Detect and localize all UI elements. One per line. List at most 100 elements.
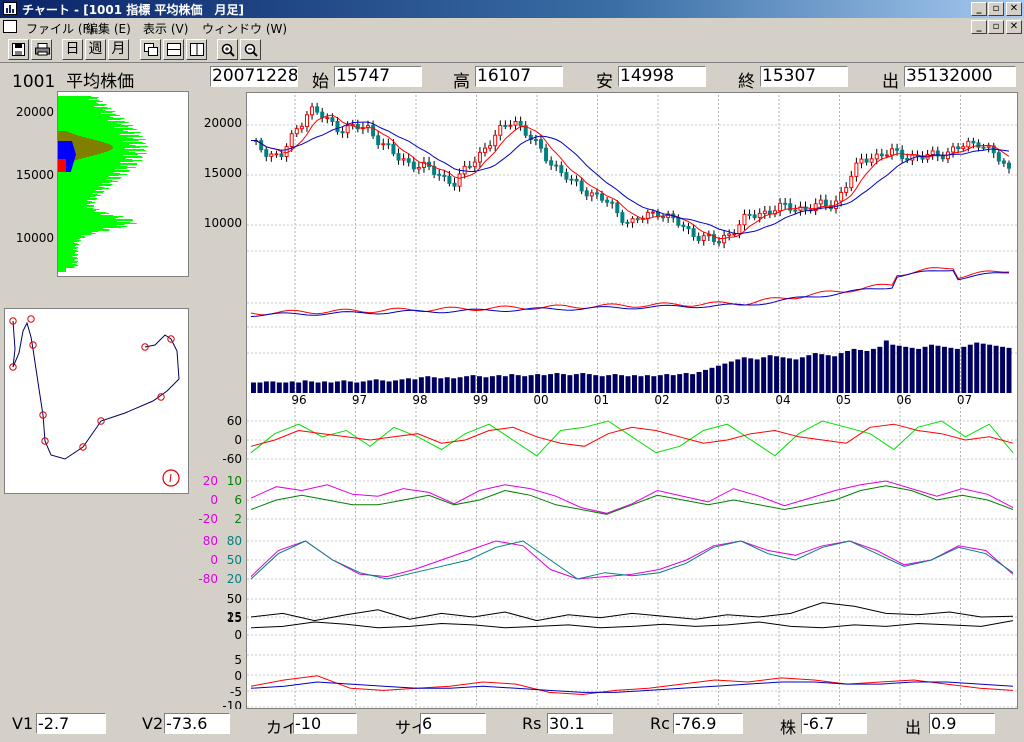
volume-bar bbox=[761, 357, 767, 393]
menu-bar: ファイル (F) 編集 (E) 表示 (V) ウィンドウ (W) bbox=[0, 18, 1024, 36]
candle-body bbox=[335, 120, 340, 133]
volume-bar bbox=[515, 375, 521, 393]
rs-field[interactable]: 30.1 bbox=[547, 713, 613, 734]
candle-body bbox=[681, 224, 686, 228]
close-field[interactable]: 15307 bbox=[760, 66, 848, 87]
date-field[interactable]: 20071228 bbox=[210, 66, 298, 87]
doc-minimize-button[interactable]: _ bbox=[971, 20, 987, 34]
profile-axis-label: 15000 bbox=[16, 168, 54, 182]
volume-bar bbox=[251, 382, 256, 393]
candle-body bbox=[930, 150, 935, 156]
volume-bar bbox=[735, 359, 741, 393]
volume-bar bbox=[832, 356, 838, 393]
volume-bar bbox=[528, 375, 534, 393]
zoom-in-button[interactable] bbox=[217, 39, 238, 60]
profile-green-bar bbox=[58, 191, 105, 192]
profile-green-bar bbox=[58, 232, 92, 233]
candle-body bbox=[589, 192, 594, 197]
volume-bar bbox=[638, 376, 644, 393]
volume-bar bbox=[922, 346, 928, 393]
low-field[interactable]: 14998 bbox=[618, 66, 706, 87]
candle-body bbox=[483, 147, 488, 153]
print-button[interactable] bbox=[31, 39, 52, 60]
volume-bar bbox=[651, 376, 657, 393]
document-icon[interactable] bbox=[3, 20, 17, 33]
profile-green-bar bbox=[58, 223, 137, 224]
profile-green-bar bbox=[58, 172, 114, 173]
menu-view[interactable]: 表示 (V) bbox=[143, 20, 188, 37]
volume-bar bbox=[328, 382, 334, 393]
zoom-out-button[interactable] bbox=[240, 39, 261, 60]
candle-body bbox=[584, 190, 589, 197]
profile-green-bar bbox=[58, 213, 110, 214]
candle-body bbox=[462, 165, 467, 175]
monthly-button[interactable]: 月 bbox=[108, 39, 129, 60]
profile-green-bar bbox=[58, 195, 102, 196]
candle-body bbox=[279, 153, 284, 158]
title-bar[interactable]: チャート - [1001 指標 平均株価 月足] _ ▫ ✕ bbox=[0, 0, 1024, 18]
x-tick-label: 00 bbox=[533, 393, 548, 407]
sai-field[interactable]: 6 bbox=[420, 713, 486, 734]
menu-file[interactable]: ファイル (F) bbox=[26, 20, 94, 37]
quote-header: 1001 平均株価 20071228 始 15747 高 16107 安 149… bbox=[0, 65, 1024, 92]
profile-green-bar bbox=[58, 197, 90, 198]
rc-field[interactable]: -76.9 bbox=[673, 713, 743, 734]
volume-bar bbox=[728, 361, 734, 393]
daily-button[interactable]: 日 bbox=[62, 39, 83, 60]
x-tick-label: 01 bbox=[594, 393, 609, 407]
open-field[interactable]: 15747 bbox=[334, 66, 422, 87]
candle-body bbox=[488, 145, 493, 149]
volume-bar bbox=[560, 374, 566, 393]
volume-bar bbox=[690, 374, 696, 393]
main-chart[interactable]: 96 97 98 99 00 01 02 03 04 05 06 07 bbox=[247, 93, 1017, 708]
minimize-button[interactable]: _ bbox=[971, 2, 987, 16]
restore-button[interactable]: ▫ bbox=[988, 2, 1004, 16]
volume-bar bbox=[457, 377, 463, 393]
doc-close-button[interactable]: ✕ bbox=[1006, 20, 1022, 34]
oscillator-4-axis-label: 50 bbox=[227, 592, 242, 606]
volume-field[interactable]: 35132000 bbox=[904, 66, 1016, 87]
volume-bar bbox=[632, 375, 637, 393]
profile-green-bar bbox=[58, 227, 122, 228]
x-tick-label: 05 bbox=[836, 393, 851, 407]
candle-body bbox=[895, 148, 900, 151]
candle-body bbox=[701, 235, 706, 242]
volume-bar bbox=[425, 376, 431, 393]
de-field[interactable]: 0.9 bbox=[929, 713, 995, 734]
menu-edit[interactable]: 編集 (E) bbox=[86, 20, 131, 37]
tile-vertical-button[interactable] bbox=[186, 39, 207, 60]
candle-body bbox=[686, 226, 691, 230]
candle-body bbox=[467, 165, 472, 168]
x-tick-label: 03 bbox=[715, 393, 730, 407]
volume-bar bbox=[367, 380, 373, 393]
profile-blue-bar bbox=[58, 158, 75, 159]
main-chart-axis: 20000 15000 10000 60 0 -60 20 0 -20 10 6 2 80 0 -80 80 5… bbox=[198, 116, 242, 709]
kabu-field[interactable]: -6.7 bbox=[801, 713, 867, 734]
close-button[interactable]: ✕ bbox=[1006, 2, 1022, 16]
volume-bar bbox=[477, 376, 482, 393]
v1-label: V1 bbox=[12, 714, 34, 733]
candle-body bbox=[259, 140, 264, 151]
oscillator-3-right-label: 20 bbox=[227, 572, 242, 586]
profile-green-bar bbox=[58, 204, 87, 205]
weekly-button[interactable]: 週 bbox=[85, 39, 106, 60]
doc-restore-button[interactable]: ▫ bbox=[988, 20, 1004, 34]
volume-bar bbox=[593, 375, 599, 393]
profile-green-bar bbox=[58, 201, 92, 202]
printer-icon bbox=[35, 43, 50, 56]
profile-green-bar bbox=[58, 128, 133, 129]
menu-window[interactable]: ウィンドウ (W) bbox=[202, 20, 287, 37]
profile-green-bar bbox=[58, 132, 141, 133]
profile-olive-bar bbox=[58, 135, 79, 136]
save-button[interactable] bbox=[8, 39, 29, 60]
kai-field[interactable]: -10 bbox=[293, 713, 357, 734]
v1-field[interactable]: -2.7 bbox=[36, 713, 106, 734]
profile-olive-bar bbox=[58, 131, 68, 132]
candle-body bbox=[732, 233, 737, 236]
high-field[interactable]: 16107 bbox=[475, 66, 563, 87]
volume-bar bbox=[554, 373, 560, 393]
profile-green-bar bbox=[58, 123, 118, 124]
tile-horizontal-button[interactable] bbox=[163, 39, 184, 60]
v2-field[interactable]: -73.6 bbox=[164, 713, 230, 734]
cascade-button[interactable] bbox=[140, 39, 161, 60]
